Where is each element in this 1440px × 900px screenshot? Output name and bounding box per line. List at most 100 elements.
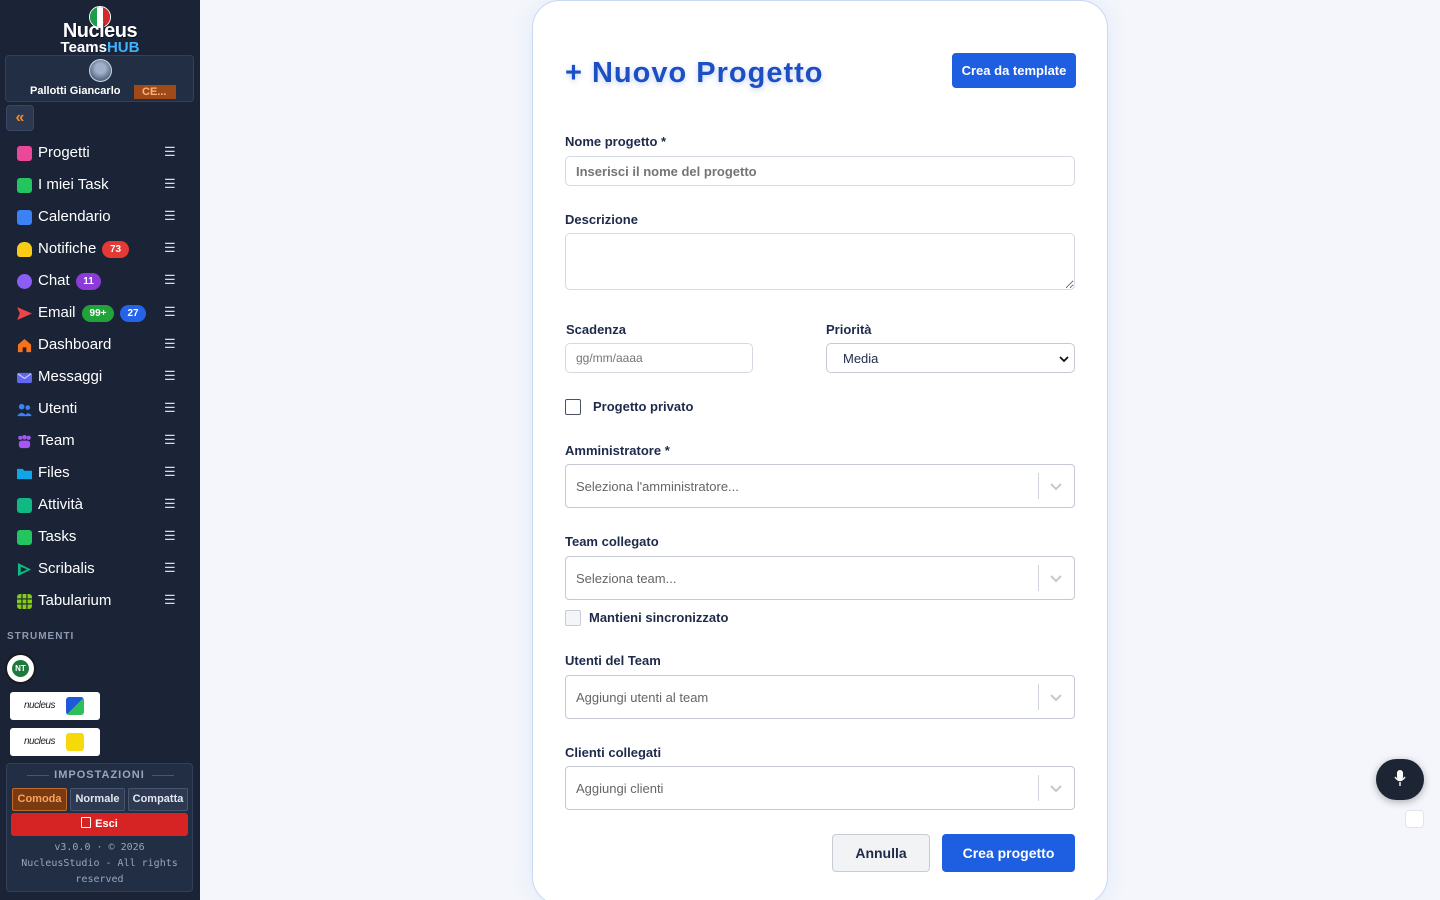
project-name-input[interactable] [565, 156, 1075, 186]
sidebar-item-scribalis[interactable]: Scribalis ☰ [0, 553, 200, 585]
menu-icon[interactable]: ☰ [164, 144, 176, 160]
create-from-template-button[interactable]: Crea da template [952, 53, 1076, 88]
tools-section-title: STRUMENTI [7, 631, 75, 642]
keep-synced-checkbox[interactable] [565, 610, 581, 626]
team-label: Team collegato [565, 534, 659, 549]
sidebar-item-messaggi[interactable]: Messaggi ☰ [0, 361, 200, 393]
email-count-badge: 99+ [82, 305, 114, 322]
team-select[interactable]: Seleziona team... [565, 556, 1075, 600]
sidebar-item-team[interactable]: Team ☰ [0, 425, 200, 457]
create-project-button[interactable]: Crea progetto [942, 834, 1075, 872]
sidebar-item-attivita[interactable]: Attività ☰ [0, 489, 200, 521]
menu-icon[interactable]: ☰ [164, 496, 176, 512]
menu-icon[interactable]: ☰ [164, 464, 176, 480]
sidebar-item-label: I miei Task [38, 176, 109, 193]
menu-icon[interactable]: ☰ [164, 592, 176, 608]
version-info: v3.0.0 · © 2026 NucleusStudio - All righ… [7, 840, 192, 888]
sidebar-item-chat[interactable]: Chat 11 ☰ [0, 265, 200, 297]
bell-icon [17, 242, 32, 257]
user-role-badge: CE... [134, 85, 176, 99]
menu-icon[interactable]: ☰ [164, 368, 176, 384]
menu-icon[interactable]: ☰ [164, 272, 176, 288]
copyright-line: NucleusStudio - All rights [21, 858, 178, 869]
user-name: Pallotti Giancarlo [30, 85, 121, 97]
menu-icon[interactable]: ☰ [164, 304, 176, 320]
menu-icon[interactable]: ☰ [164, 528, 176, 544]
private-project-label: Progetto privato [593, 399, 694, 414]
sidebar-item-email[interactable]: Email 99+ 27 ☰ [0, 297, 200, 329]
admin-select[interactable]: Seleziona l'amministratore... [565, 464, 1075, 508]
voice-input-button[interactable] [1376, 759, 1424, 800]
team-placeholder: Seleziona team... [576, 571, 677, 586]
chevron-down-icon[interactable] [1047, 688, 1065, 706]
menu-icon[interactable]: ☰ [164, 240, 176, 256]
grid-icon [17, 594, 32, 609]
deadline-label: Scadenza [566, 322, 626, 337]
menu-icon[interactable]: ☰ [164, 176, 176, 192]
project-name-label: Nome progetto * [565, 134, 667, 149]
logout-button[interactable]: Esci [11, 813, 188, 836]
sidebar-item-label: Files [38, 464, 70, 481]
app-logo[interactable]: Nucleus TeamsHUB [0, 2, 200, 56]
send-icon [17, 306, 32, 321]
priority-label: Priorità [826, 322, 872, 337]
admin-label: Amministratore * [565, 443, 670, 458]
settings-panel: IMPOSTAZIONI Comoda Normale Compatta Esc… [6, 763, 193, 892]
sidebar-item-progetti[interactable]: Progetti ☰ [0, 137, 200, 169]
team-users-placeholder: Aggiungi utenti al team [576, 690, 709, 705]
team-icon [18, 434, 31, 449]
sidebar-item-tasks[interactable]: Tasks ☰ [0, 521, 200, 553]
priority-select[interactable]: Media [826, 343, 1075, 373]
sidebar-item-tabularium[interactable]: Tabularium ☰ [0, 585, 200, 617]
floating-widget-button[interactable] [1405, 810, 1424, 828]
sidebar-item-dashboard[interactable]: Dashboard ☰ [0, 329, 200, 361]
team-users-select[interactable]: Aggiungi utenti al team [565, 675, 1075, 719]
menu-icon[interactable]: ☰ [164, 560, 176, 576]
cancel-button[interactable]: Annulla [832, 834, 930, 872]
menu-icon[interactable]: ☰ [164, 400, 176, 416]
sidebar-item-label: Chat [38, 272, 70, 289]
calendar-icon [17, 210, 32, 225]
collapse-sidebar-button[interactable]: « [6, 105, 34, 131]
folder-icon [17, 468, 32, 480]
nucleus-note-icon [66, 733, 84, 751]
chat-bubble-icon [17, 274, 32, 289]
nucleus-tool-card-1[interactable]: nucleus [10, 692, 100, 720]
sidebar-item-label: Utenti [38, 400, 78, 417]
activity-icon [17, 498, 32, 513]
sidebar-item-files[interactable]: Files ☰ [0, 457, 200, 489]
chevron-down-icon [1059, 356, 1069, 363]
description-textarea[interactable] [565, 233, 1075, 290]
user-card[interactable]: Pallotti Giancarlo CE... [5, 55, 194, 102]
nucleus-tool-card-2[interactable]: nucleus [10, 728, 100, 756]
chevron-down-icon[interactable] [1047, 569, 1065, 587]
density-compatta-button[interactable]: Compatta [128, 788, 188, 811]
sidebar-item-notifiche[interactable]: Notifiche 73 ☰ [0, 233, 200, 265]
density-normale-button[interactable]: Normale [70, 788, 125, 811]
admin-placeholder: Seleziona l'amministratore... [576, 479, 739, 494]
divider [152, 775, 174, 776]
sidebar-item-label: Scribalis [38, 560, 95, 577]
sidebar-item-utenti[interactable]: Utenti ☰ [0, 393, 200, 425]
form-title: + Nuovo Progetto [565, 57, 824, 89]
clients-select[interactable]: Aggiungi clienti [565, 766, 1075, 810]
private-project-checkbox[interactable] [565, 399, 581, 415]
sidebar-item-label: Email [38, 304, 76, 321]
chevron-down-icon[interactable] [1047, 477, 1065, 495]
menu-icon[interactable]: ☰ [164, 208, 176, 224]
density-comoda-button[interactable]: Comoda [12, 788, 67, 811]
deadline-date-input[interactable] [565, 343, 753, 373]
sidebar-item-label: Tasks [38, 528, 77, 545]
divider [1038, 473, 1039, 499]
sidebar-item-calendario[interactable]: Calendario ☰ [0, 201, 200, 233]
chevron-down-icon[interactable] [1047, 779, 1065, 797]
menu-icon[interactable]: ☰ [164, 432, 176, 448]
sidebar-item-i-miei-task[interactable]: I miei Task ☰ [0, 169, 200, 201]
nt-tool-button[interactable]: NT [5, 653, 36, 684]
menu-icon[interactable]: ☰ [164, 336, 176, 352]
sidebar-item-label: Tabularium [38, 592, 112, 609]
microphone-icon [1394, 770, 1406, 786]
folder-pink-icon [17, 146, 32, 161]
nucleus-app-icon [66, 697, 84, 715]
priority-value: Media [843, 351, 879, 366]
